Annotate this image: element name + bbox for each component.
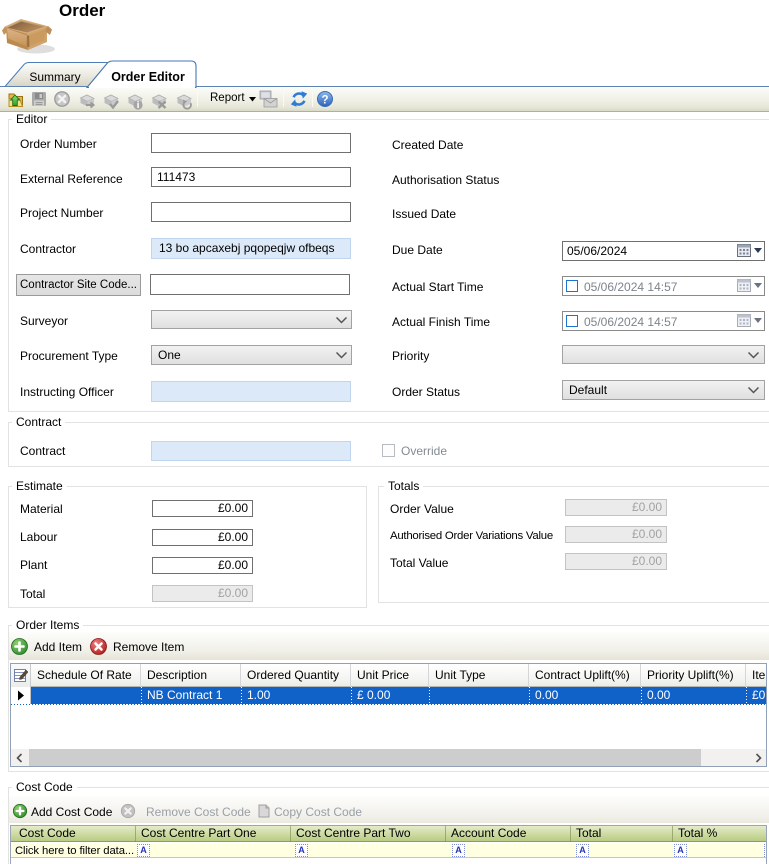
svg-text:?: ?: [321, 94, 328, 106]
svg-text:Summary: Summary: [29, 70, 80, 84]
svg-text:Order Editor: Order Editor: [111, 70, 185, 84]
